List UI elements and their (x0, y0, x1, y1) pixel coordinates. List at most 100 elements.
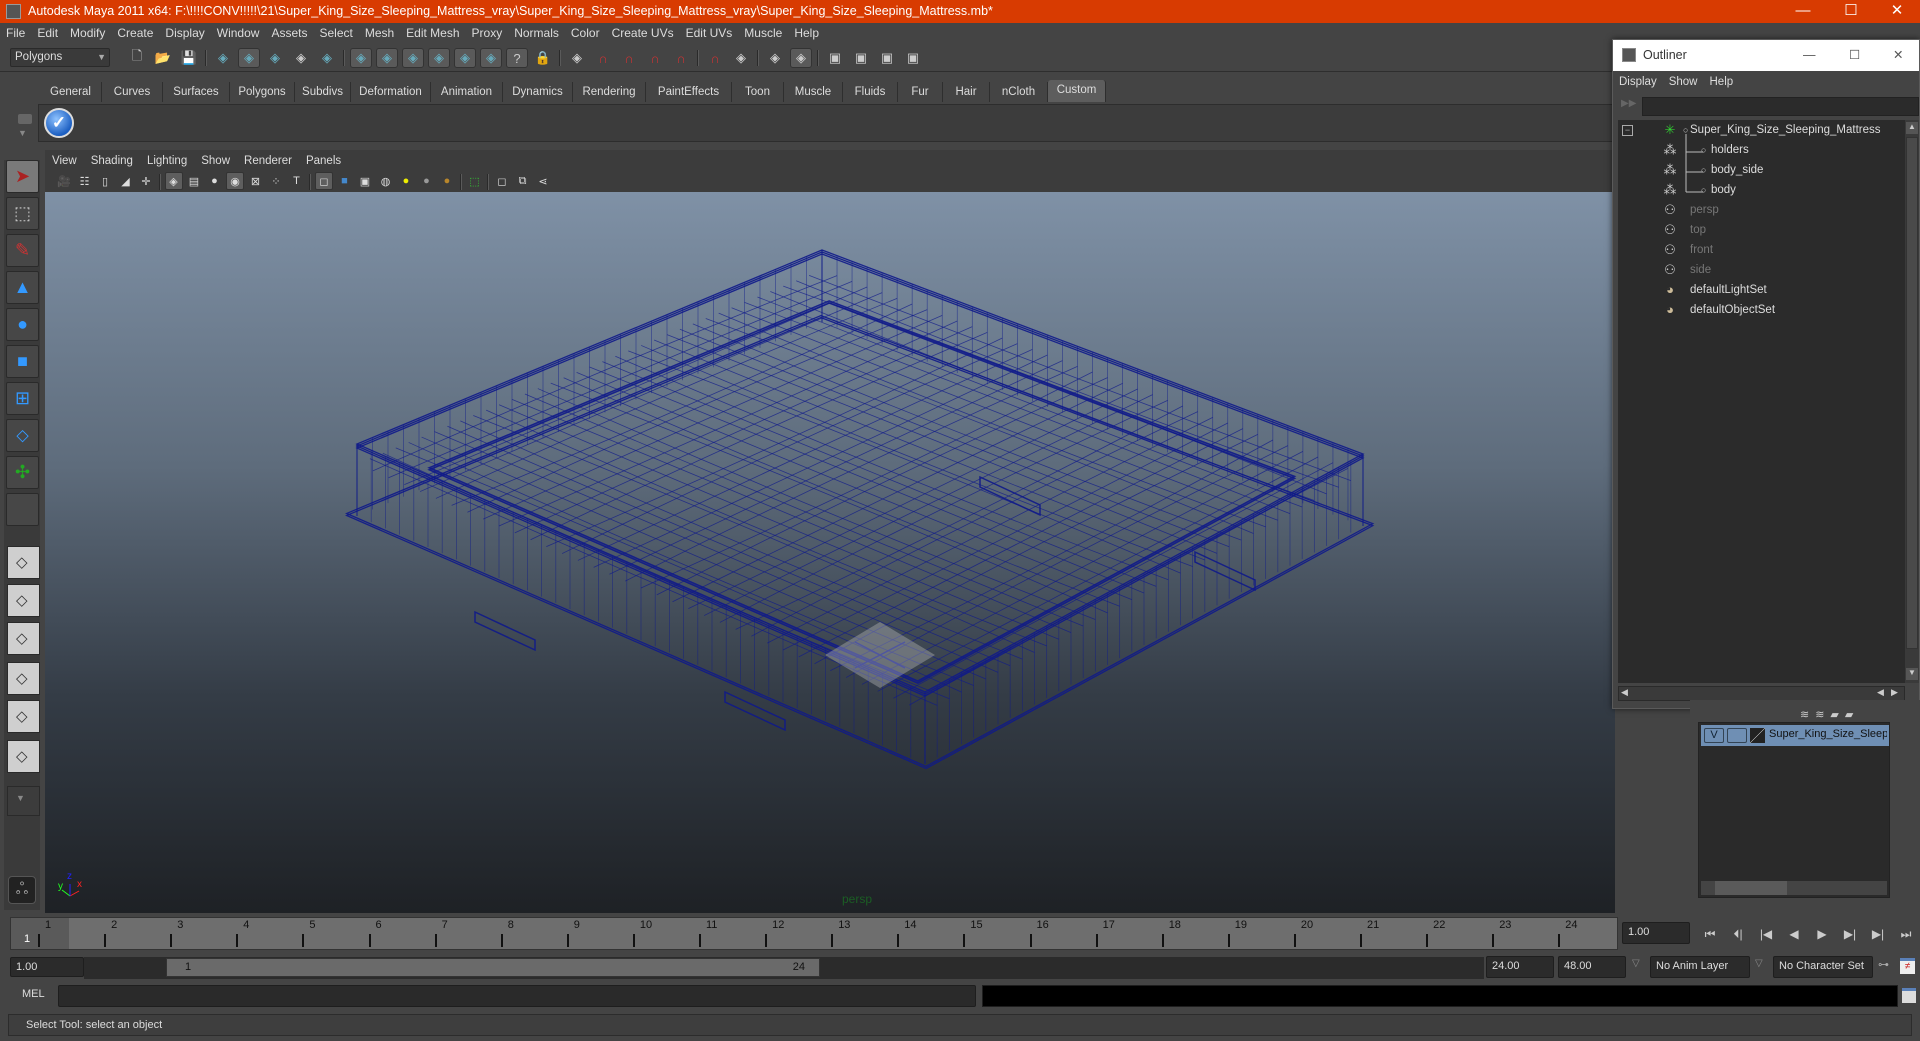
layer-template-toggle[interactable] (1727, 728, 1747, 743)
outliner-item-persp[interactable]: ⚇ persp (1618, 200, 1905, 220)
shelf-tab-hair[interactable]: Hair (943, 82, 990, 102)
outliner-item-side[interactable]: ⚇ side (1618, 260, 1905, 280)
time-slider[interactable]: 1 1 2 3 4 5 6 7 8 9 10 11 12 13 14 15 16 17 18 19 20 21 22 23 2… (10, 917, 1618, 950)
select-handle-icon[interactable]: ◈ (316, 48, 338, 68)
camera-attr-icon[interactable]: ☷ (76, 172, 94, 190)
camera-icon[interactable]: 🎥 (55, 172, 73, 190)
shelf-tab-ncloth[interactable]: nCloth (990, 82, 1048, 102)
menu-modify[interactable]: Modify (64, 23, 111, 44)
paint-select-tool[interactable]: ✎ (6, 234, 39, 267)
menu-edit-mesh[interactable]: Edit Mesh (400, 23, 465, 44)
scroll-thumb[interactable] (1715, 881, 1787, 895)
lights-icon[interactable]: ● (397, 172, 415, 190)
bookmark-icon[interactable]: ▯ (96, 172, 114, 190)
menu-create[interactable]: Create (111, 23, 159, 44)
menu-color[interactable]: Color (565, 23, 606, 44)
mel-label[interactable]: MEL (22, 988, 45, 1000)
perspective-viewport[interactable]: y x z persp (45, 192, 1615, 913)
snap-curve-icon[interactable]: ∩ (618, 48, 640, 68)
panel-menu-panels[interactable]: Panels (299, 151, 348, 171)
layout-layout-menu-button[interactable]: ▼ (7, 786, 40, 816)
layer-color-swatch[interactable] (1750, 728, 1765, 743)
layer-visibility-toggle[interactable]: V (1704, 728, 1724, 743)
minimize-button[interactable]: — (1780, 0, 1826, 23)
outliner-maximize-button[interactable]: ☐ (1849, 40, 1860, 71)
safe-title-icon[interactable]: T (288, 172, 306, 190)
panel-menu-renderer[interactable]: Renderer (237, 151, 299, 171)
shelf-tab-painteffects[interactable]: PaintEffects (646, 82, 732, 102)
step-back-frame-button[interactable]: ⏴| (1726, 924, 1750, 944)
track-icon[interactable]: ✛ (137, 172, 155, 190)
scroll-up-icon[interactable]: ▲ (1906, 122, 1918, 134)
go-to-end-button[interactable]: ⏭ (1894, 924, 1918, 944)
node-editor-icon[interactable]: ⋖ (534, 172, 552, 190)
maximize-button[interactable]: ☐ (1828, 0, 1874, 23)
play-backward-button[interactable]: ◀ (1782, 924, 1806, 944)
rotate-tool[interactable]: ● (6, 308, 39, 341)
menu-normals[interactable]: Normals (508, 23, 565, 44)
shelf-tab-subdivs[interactable]: Subdivs (295, 82, 351, 102)
layout-single-perspective-button[interactable]: ◇ (7, 546, 40, 579)
maya-logo-icon[interactable]: ஃ (8, 876, 36, 904)
current-time-field[interactable]: 1.00 (1622, 922, 1690, 944)
start-time-field[interactable]: 1.00 (10, 957, 84, 977)
outliner-vertical-scrollbar[interactable]: ▲ ▼ (1905, 120, 1919, 683)
chevron-down-icon[interactable]: ▽ (1755, 958, 1763, 969)
layer-horizontal-scrollbar[interactable] (1701, 881, 1887, 895)
smooth-shade-icon[interactable]: ■ (336, 172, 354, 190)
menu-edit[interactable]: Edit (31, 23, 64, 44)
filter-icon[interactable]: ▶▶ (1621, 98, 1637, 114)
soft-mod-tool[interactable]: ⬦ (6, 419, 39, 452)
go-to-start-button[interactable]: ⏮ (1698, 924, 1722, 944)
input-ops-icon[interactable]: ◈ (730, 48, 752, 68)
wire-on-shaded-icon[interactable]: ▣ (356, 172, 374, 190)
ipr-render-icon[interactable]: ▣ (876, 48, 898, 68)
layout-outliner-persp-button[interactable]: ◇ (7, 622, 40, 655)
shelf-menu[interactable]: ▼ (14, 76, 36, 142)
step-forward-frame-button[interactable]: ▶| (1866, 924, 1890, 944)
menu-proxy[interactable]: Proxy (466, 23, 509, 44)
grid-icon[interactable]: ◈ (164, 172, 183, 190)
shelf-tab-polygons[interactable]: Polygons (230, 82, 295, 102)
character-set-dropdown[interactable]: No Character Set (1773, 956, 1873, 978)
render-frame-icon[interactable]: ▣ (850, 48, 872, 68)
select-face-icon[interactable]: ◈ (402, 48, 424, 68)
menu-file[interactable]: File (0, 23, 31, 44)
menu-select[interactable]: Select (313, 23, 358, 44)
menu-help[interactable]: Help (788, 23, 825, 44)
outliner-filter-input[interactable] (1642, 97, 1919, 116)
output-ops-icon[interactable]: ◈ (764, 48, 786, 68)
outliner-minimize-button[interactable]: — (1803, 40, 1816, 71)
shelf-tab-deformation[interactable]: Deformation (351, 82, 431, 102)
menu-display[interactable]: Display (159, 23, 210, 44)
textured-icon[interactable]: ◍ (377, 172, 395, 190)
checkmark-icon[interactable]: ✓ (44, 108, 74, 138)
outliner-item-front[interactable]: ⚇ front (1618, 240, 1905, 260)
xray-icon[interactable]: ◻ (493, 172, 511, 190)
resolution-gate-icon[interactable]: ● (206, 172, 224, 190)
range-slider[interactable]: 1 24 (166, 958, 820, 977)
anim-layer-dropdown[interactable]: No Anim Layer (1650, 956, 1750, 978)
outliner-menu-display[interactable]: Display (1613, 72, 1663, 93)
field-chart-icon[interactable]: ⊠ (247, 172, 265, 190)
outliner-item-body[interactable]: ⁂ ○ body (1618, 180, 1905, 200)
isolate-select-icon[interactable]: ⬚ (466, 172, 484, 190)
shadows-icon[interactable]: ● (418, 172, 436, 190)
outliner-menu-show[interactable]: Show (1663, 72, 1704, 93)
image-plane-icon[interactable]: ◢ (117, 172, 135, 190)
animation-preferences-icon[interactable]: ≠ (1900, 958, 1915, 974)
layout-persp-graph-button[interactable]: ◇ (7, 662, 40, 695)
shelf-tab-muscle[interactable]: Muscle (784, 82, 843, 102)
scroll-left-icon[interactable]: ◀ (1877, 687, 1884, 698)
snap-live-icon[interactable]: ∩ (704, 48, 726, 68)
construction-history-icon[interactable]: ◈ (790, 48, 812, 68)
step-forward-key-button[interactable]: ▶| (1838, 924, 1862, 944)
outliner-item-defaultlightset[interactable]: ◕ defaultLightSet (1618, 280, 1905, 300)
panel-menu-lighting[interactable]: Lighting (140, 151, 194, 171)
film-gate-icon[interactable]: ▤ (185, 172, 203, 190)
layer-row[interactable]: V Super_King_Size_Sleeping (1701, 725, 1889, 746)
outliner-close-button[interactable]: ✕ (1893, 40, 1903, 71)
select-tool[interactable]: ➤ (6, 160, 39, 193)
menu-muscle[interactable]: Muscle (738, 23, 788, 44)
chevron-down-icon[interactable]: ▽ (1632, 958, 1640, 969)
